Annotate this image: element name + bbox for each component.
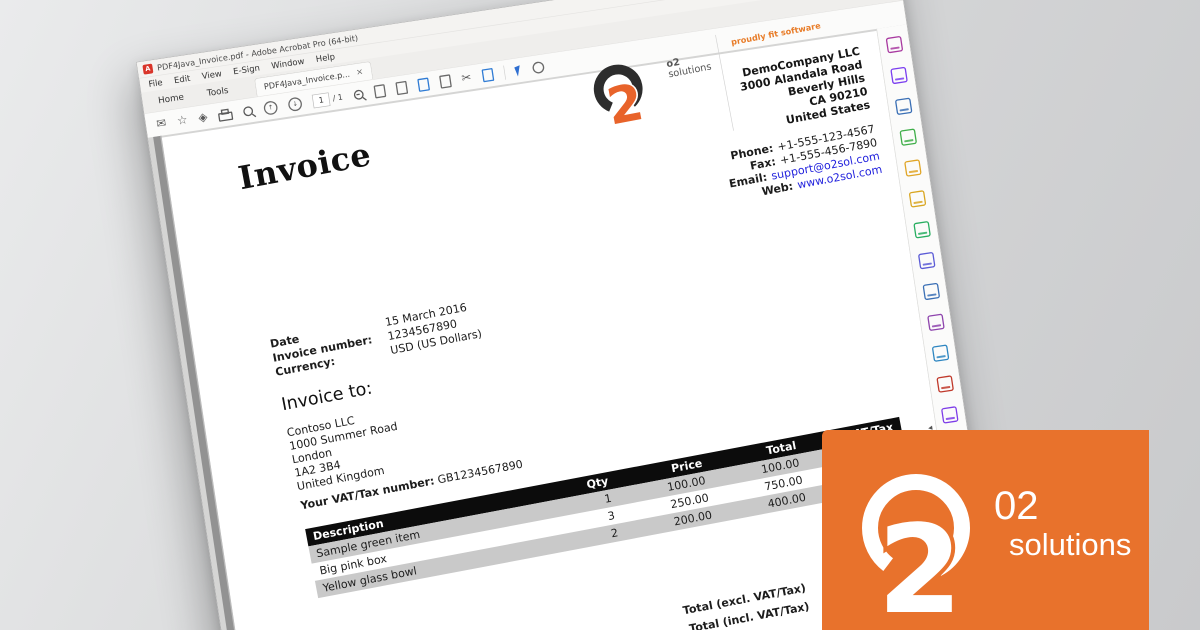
logo-wordmark: o2 solutions	[665, 55, 713, 80]
tool-combine-files-icon[interactable]	[913, 220, 931, 239]
vat-number-value: GB1234567890	[436, 457, 524, 487]
previous-page-icon[interactable]: ↑	[262, 99, 279, 116]
o2-logo: 2	[593, 64, 649, 133]
print-icon[interactable]	[218, 111, 234, 122]
tool-fill-sign-icon[interactable]	[890, 66, 908, 85]
brand-card-number: 02	[994, 484, 1039, 528]
view-mode-icon[interactable]: ◈	[197, 110, 208, 125]
tool-scan-ocr-icon[interactable]	[940, 406, 959, 424]
tool-create-pdf-icon[interactable]	[904, 159, 922, 177]
svg-text:2: 2	[878, 499, 963, 630]
company-address-block: DemoCompany LLC 3000 Alandala Road Beverl…	[737, 45, 872, 135]
bill-to-address: Contoso LLC 1000 Summer Road London 1A2 3B4…	[286, 407, 407, 494]
brand-card-wordmark: 02 solutions	[994, 486, 1131, 560]
tool-organize-pages-icon[interactable]	[922, 282, 941, 301]
desktop-background: A PDF4Java_Invoice.pdf - Adobe Acrobat P…	[0, 0, 1200, 630]
total-pages-label: / 1	[332, 92, 344, 103]
company-contact-block: Phone: +1-555-123-4567 Fax: +1-555-456-7890…	[723, 123, 884, 205]
invoice-to-heading: Invoice to:	[279, 377, 374, 415]
invoice-meta-block: Date 15 March 2016 Invoice number: 12345678…	[269, 299, 483, 380]
tool-compress-icon[interactable]	[927, 313, 945, 332]
close-icon[interactable]: ×	[355, 67, 363, 78]
tool-stamp-icon[interactable]	[936, 375, 955, 393]
tool-protect-icon[interactable]	[917, 251, 936, 270]
header-divider	[715, 34, 734, 131]
tool-comment-icon[interactable]	[885, 35, 904, 54]
brand-card: 2 02 solutions	[822, 430, 1149, 630]
next-page-icon[interactable]: ↓	[287, 96, 303, 112]
search-icon[interactable]	[242, 105, 254, 117]
invoice-title: Invoice	[235, 135, 375, 198]
acrobat-app-icon: A	[142, 63, 154, 75]
tool-export-pdf-icon[interactable]	[899, 128, 918, 147]
zoom-out-icon[interactable]	[352, 88, 364, 101]
tool-edit-pdf-icon[interactable]	[894, 97, 913, 116]
tool-prepare-form-icon[interactable]	[931, 344, 950, 363]
mail-icon[interactable]: ✉	[155, 116, 167, 131]
favorites-star-icon[interactable]: ☆	[176, 113, 188, 128]
o2-logo-large: 2	[862, 474, 970, 630]
brand-card-name: solutions	[1009, 527, 1132, 562]
current-page-input[interactable]: 1	[311, 92, 331, 109]
tool-chat-icon[interactable]	[908, 190, 927, 208]
